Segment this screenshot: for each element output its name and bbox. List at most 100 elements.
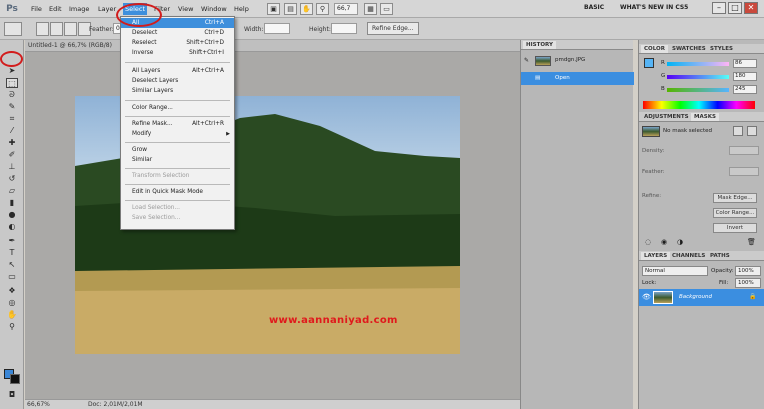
document-tab[interactable]: Untitled-1 @ 66,7% (RGB/8) xyxy=(25,40,520,52)
healing-brush-tool-icon[interactable]: ✚ xyxy=(6,138,18,148)
zoom-tool-icon[interactable]: ⚲ xyxy=(6,322,18,332)
blur-tool-icon[interactable]: ● xyxy=(6,210,18,220)
menu-edit[interactable]: Edit xyxy=(47,3,64,15)
history-brush-tool-icon[interactable]: ↺ xyxy=(6,174,18,184)
history-snapshot[interactable]: ✎ pmdgn.JPG xyxy=(521,54,634,69)
visibility-eye-icon[interactable]: 👁 xyxy=(642,293,651,301)
menu-item-modify[interactable]: Modify ▶ xyxy=(121,129,234,139)
menu-item-reselect[interactable]: Reselect Shift+Ctrl+D xyxy=(121,38,234,48)
menu-file[interactable]: File xyxy=(29,3,44,15)
menu-item-grow[interactable]: Grow xyxy=(121,145,234,155)
menu-item-save-selection[interactable]: Save Selection... xyxy=(121,213,234,223)
menu-item-refine-mask[interactable]: Refine Mask... Alt+Ctrl+R xyxy=(121,119,234,129)
arrange-documents-icon[interactable]: ▦ xyxy=(364,3,377,15)
tab-adjustments[interactable]: ADJUSTMENTS xyxy=(641,113,692,121)
3d-rotate-tool-icon[interactable]: ❖ xyxy=(6,286,18,296)
marquee-tool-icon[interactable]: ⬚ xyxy=(6,78,18,88)
shape-tool-icon[interactable]: ▭ xyxy=(6,272,18,282)
vector-mask-icon[interactable] xyxy=(747,126,757,136)
restore-button[interactable]: □ xyxy=(728,2,742,14)
fill-field[interactable]: 100% xyxy=(735,278,761,288)
tab-color[interactable]: COLOR xyxy=(641,45,668,53)
density-field[interactable] xyxy=(729,146,759,155)
workspace-basic[interactable]: BASIC xyxy=(584,4,604,11)
bridge-icon[interactable]: ▣ xyxy=(267,3,280,15)
document-title: Untitled-1 @ 66,7% (RGB/8) xyxy=(28,42,112,49)
menu-item-similar-layers[interactable]: Similar Layers xyxy=(121,86,234,96)
invert-button[interactable]: Invert xyxy=(713,223,757,233)
menu-view[interactable]: View xyxy=(176,3,195,15)
mask-feather-field[interactable] xyxy=(729,167,759,176)
lasso-tool-icon[interactable]: ᘐ xyxy=(6,90,18,100)
refine-edge-button[interactable]: Refine Edge... xyxy=(367,22,419,35)
apply-mask-icon[interactable]: ◉ xyxy=(661,238,667,246)
load-selection-icon[interactable]: ◌ xyxy=(645,238,651,246)
tab-channels[interactable]: CHANNELS xyxy=(669,252,708,260)
hand-tool-icon[interactable]: ✋ xyxy=(6,310,18,320)
masks-panel-header: ADJUSTMENTS MASKS xyxy=(639,112,764,122)
height-field[interactable] xyxy=(331,23,357,34)
menu-window[interactable]: Window xyxy=(199,3,229,15)
crop-tool-icon[interactable]: ⌗ xyxy=(6,114,18,124)
quick-mask-icon[interactable]: ◘ xyxy=(6,390,18,400)
layer-name: Background xyxy=(679,294,712,300)
menu-item-transform-selection[interactable]: Transform Selection xyxy=(121,171,234,181)
history-brush-source-icon[interactable]: ✎ xyxy=(524,54,529,67)
menu-item-deselect-layers[interactable]: Deselect Layers xyxy=(121,76,234,86)
zoom-icon[interactable]: ⚲ xyxy=(316,3,329,15)
menu-item-load-selection[interactable]: Load Selection... xyxy=(121,203,234,213)
menu-item-all-layers[interactable]: All Layers Alt+Ctrl+A xyxy=(121,66,234,76)
menu-item-deselect[interactable]: Deselect Ctrl+D xyxy=(121,28,234,38)
eraser-tool-icon[interactable]: ▱ xyxy=(6,186,18,196)
pixel-mask-icon[interactable] xyxy=(733,126,743,136)
mask-edge-button[interactable]: Mask Edge... xyxy=(713,193,757,203)
blend-mode-select[interactable]: Normal xyxy=(642,266,708,276)
type-tool-icon[interactable]: T xyxy=(6,248,18,258)
add-selection-icon[interactable] xyxy=(50,22,63,36)
tab-masks[interactable]: MASKS xyxy=(691,113,719,121)
color-panel-fg-swatch[interactable] xyxy=(644,58,654,68)
menu-item-quick-mask[interactable]: Edit in Quick Mask Mode xyxy=(121,187,234,197)
move-tool-icon[interactable]: ➤ xyxy=(6,66,18,76)
close-button[interactable]: ✕ xyxy=(744,2,758,14)
eyedropper-tool-icon[interactable]: ⁄ xyxy=(6,126,18,136)
hand-icon[interactable]: ✋ xyxy=(300,3,313,15)
minimize-button[interactable]: – xyxy=(712,2,726,14)
mini-bridge-icon[interactable]: ▤ xyxy=(284,3,297,15)
enable-mask-icon[interactable]: ◑ xyxy=(677,238,683,246)
gradient-tool-icon[interactable]: ▮ xyxy=(6,198,18,208)
screen-mode-icon[interactable]: ▭ xyxy=(380,3,393,15)
opacity-field[interactable]: 100% xyxy=(735,266,761,276)
menu-item-color-range[interactable]: Color Range... xyxy=(121,103,234,113)
menu-help[interactable]: Help xyxy=(232,3,251,15)
workspace-whats-new[interactable]: WHAT'S NEW IN CS5 xyxy=(620,4,688,11)
tab-styles[interactable]: STYLES xyxy=(707,45,736,53)
pen-tool-icon[interactable]: ✒ xyxy=(6,236,18,246)
menu-layer[interactable]: Layer xyxy=(96,3,118,15)
tab-layers[interactable]: LAYERS xyxy=(641,252,671,260)
menu-image[interactable]: Image xyxy=(67,3,91,15)
color-spectrum-ramp[interactable] xyxy=(643,101,755,109)
tab-swatches[interactable]: SWATCHES xyxy=(669,45,709,53)
path-selection-tool-icon[interactable]: ↖ xyxy=(6,260,18,270)
dodge-tool-icon[interactable]: ◐ xyxy=(6,222,18,232)
status-zoom[interactable]: 66,67% xyxy=(27,401,50,408)
clone-stamp-tool-icon[interactable]: ⊥ xyxy=(6,162,18,172)
background-color-swatch[interactable] xyxy=(10,374,20,384)
color-range-button[interactable]: Color Range... xyxy=(713,208,757,218)
menu-item-similar[interactable]: Similar xyxy=(121,155,234,165)
subtract-selection-icon[interactable] xyxy=(64,22,77,36)
tab-history[interactable]: HISTORY xyxy=(523,41,556,49)
brush-tool-icon[interactable]: ✐ xyxy=(6,150,18,160)
zoom-level-field[interactable]: 66,7 xyxy=(334,3,358,15)
3d-orbit-tool-icon[interactable]: ◎ xyxy=(6,298,18,308)
trash-icon[interactable]: 🗑 xyxy=(747,238,756,246)
new-selection-icon[interactable] xyxy=(36,22,49,36)
tool-preset-picker[interactable] xyxy=(4,22,22,36)
layer-row-background[interactable]: 👁 Background 🔒 xyxy=(639,289,764,306)
menu-item-inverse[interactable]: Inverse Shift+Ctrl+I xyxy=(121,48,234,58)
width-field[interactable] xyxy=(264,23,290,34)
history-step-open[interactable]: ▤ Open xyxy=(521,72,634,85)
quick-selection-tool-icon[interactable]: ✎ xyxy=(6,102,18,112)
tab-paths[interactable]: PATHS xyxy=(707,252,733,260)
